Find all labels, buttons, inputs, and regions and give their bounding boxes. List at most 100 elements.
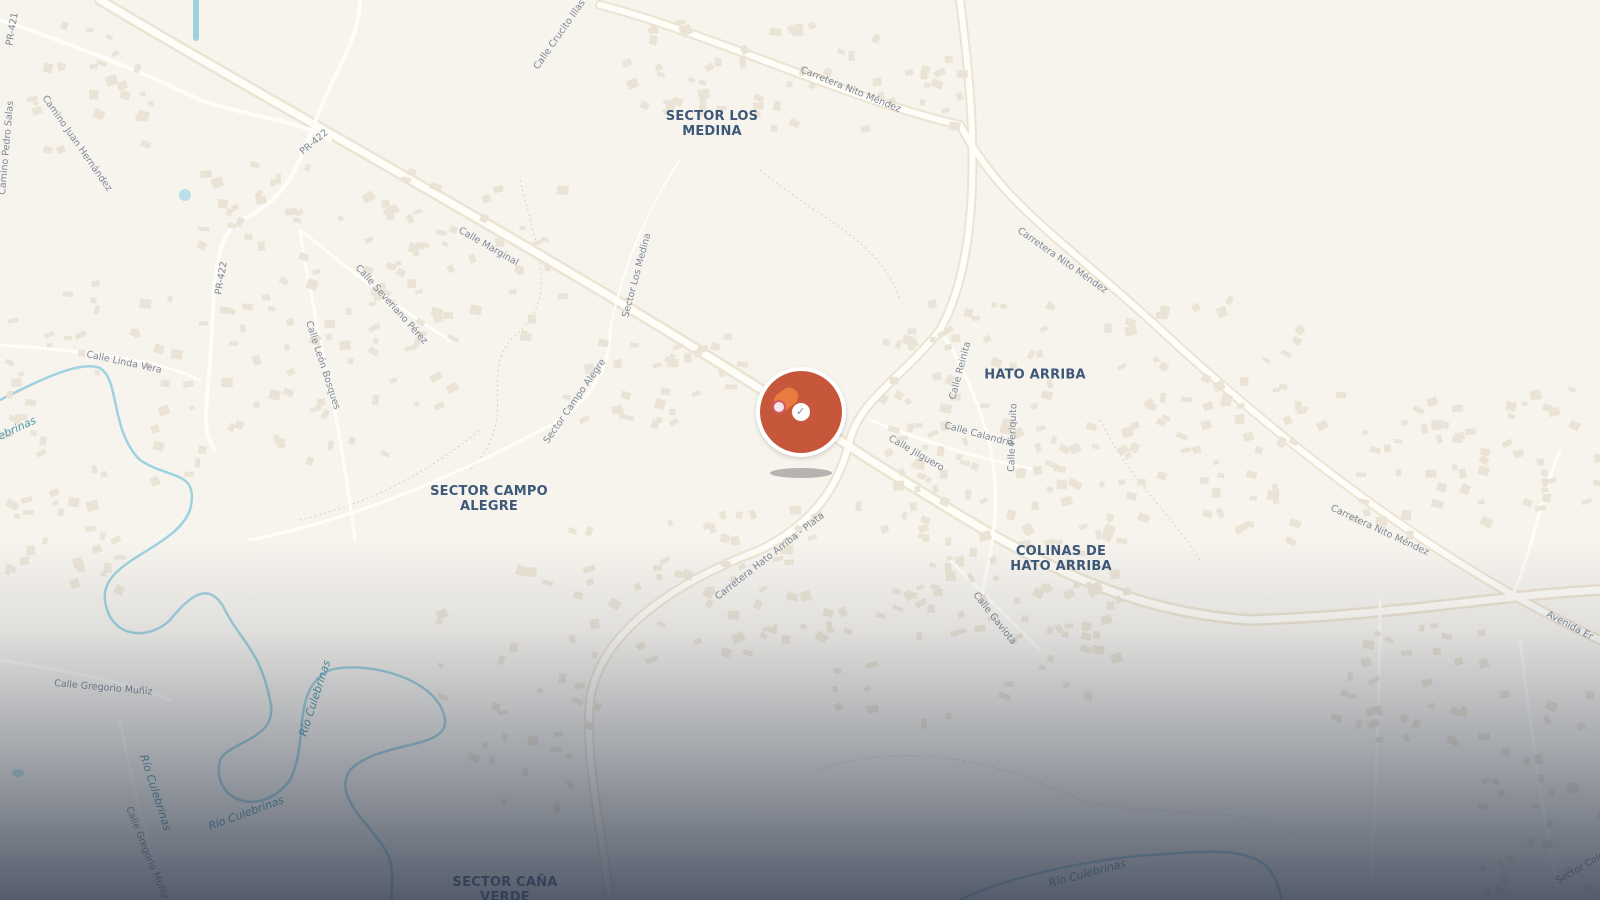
building: [67, 496, 80, 508]
building: [848, 50, 855, 61]
building: [1056, 479, 1068, 490]
building: [1536, 458, 1545, 466]
building: [184, 471, 195, 478]
building: [1347, 672, 1354, 682]
building: [939, 403, 953, 414]
district-label-line: COLINAS DE: [1015, 544, 1107, 559]
building: [1425, 469, 1437, 478]
building: [1531, 803, 1539, 809]
building: [1064, 623, 1074, 629]
building: [565, 753, 572, 760]
building: [13, 513, 21, 520]
district-label-sector-campo-alegre: SECTOR CAMPO ALEGRE: [430, 484, 548, 514]
building: [519, 225, 526, 231]
building: [965, 489, 972, 500]
building: [443, 312, 454, 320]
building: [261, 294, 271, 301]
building: [42, 537, 48, 545]
building: [589, 618, 600, 630]
building: [789, 505, 802, 515]
building: [46, 342, 53, 348]
marker-badge-tip: [772, 400, 786, 414]
district-label-line: SECTOR CAMPO: [430, 484, 548, 499]
building: [739, 54, 747, 66]
building: [727, 610, 740, 620]
building: [1031, 501, 1040, 511]
building: [1212, 459, 1220, 466]
district-label-sector-los-medina: SECTOR LOS MEDINA: [666, 109, 758, 139]
building: [919, 99, 926, 106]
building: [244, 233, 253, 241]
building: [147, 100, 155, 107]
building: [1478, 732, 1491, 741]
building: [1199, 476, 1210, 485]
building: [1585, 691, 1595, 700]
building: [923, 82, 930, 88]
building: [1103, 323, 1113, 334]
building: [1061, 631, 1069, 638]
building: [84, 526, 96, 532]
building: [500, 799, 507, 807]
building: [929, 336, 936, 343]
building: [88, 89, 99, 100]
building: [1115, 537, 1128, 545]
building: [921, 444, 929, 450]
building: [270, 179, 276, 187]
building: [100, 470, 108, 478]
map-canvas[interactable]: PR-421 Calle Crucito Illas Carretera Nit…: [0, 0, 1600, 900]
building: [827, 627, 835, 633]
building: [1072, 583, 1080, 589]
building: [380, 199, 391, 209]
building: [1541, 469, 1548, 477]
building: [1542, 840, 1554, 849]
building: [1541, 487, 1549, 493]
building: [348, 436, 356, 445]
building: [891, 588, 901, 595]
building: [217, 198, 229, 209]
building: [889, 376, 899, 385]
building: [407, 279, 417, 288]
building: [1429, 622, 1439, 629]
marker-core: ✓: [760, 371, 842, 453]
building: [684, 352, 692, 363]
building: [833, 667, 842, 674]
building: [1451, 464, 1458, 471]
building: [509, 642, 519, 653]
building: [1239, 377, 1249, 387]
district-label-line: SECTOR LOS: [665, 109, 759, 124]
building: [944, 55, 954, 63]
building: [22, 509, 35, 516]
building: [1234, 413, 1246, 425]
building: [558, 673, 567, 684]
building: [1047, 654, 1055, 663]
building: [1529, 389, 1542, 401]
pond: [179, 189, 191, 201]
building: [139, 298, 152, 309]
building: [436, 619, 443, 625]
marker-center-dot: ✓: [792, 403, 810, 421]
building: [714, 57, 722, 67]
building: [697, 88, 710, 100]
building: [6, 390, 14, 399]
building: [1400, 649, 1413, 657]
building: [1036, 350, 1044, 358]
building: [90, 297, 97, 304]
building: [1003, 681, 1014, 688]
building: [723, 333, 733, 340]
building: [656, 573, 663, 581]
building: [1296, 410, 1303, 415]
building: [100, 571, 107, 577]
building: [1537, 774, 1545, 784]
building: [77, 349, 87, 357]
building: [944, 536, 952, 547]
building: [30, 430, 37, 437]
building: [197, 445, 207, 455]
location-pin-icon[interactable]: ✓: [756, 367, 846, 457]
district-label-line: SECTOR CAÑA: [452, 875, 558, 890]
building: [927, 299, 938, 309]
building: [10, 378, 22, 387]
building: [786, 81, 793, 88]
building: [550, 747, 562, 753]
building: [522, 767, 529, 777]
district-label-line: HATO ARRIBA: [984, 367, 1086, 383]
